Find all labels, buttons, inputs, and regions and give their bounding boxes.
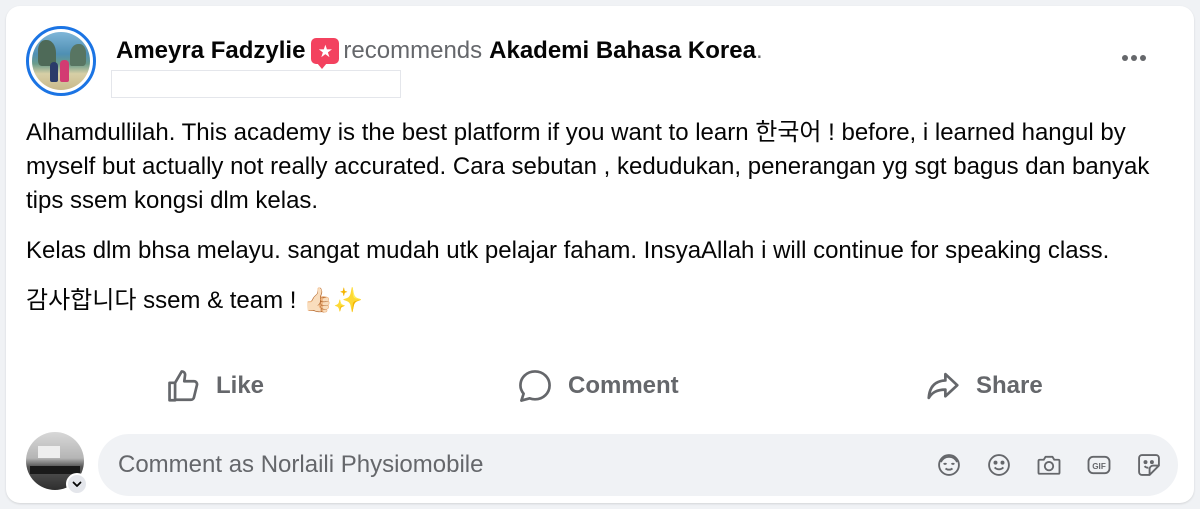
recommend-badge-icon: ★: [311, 38, 340, 69]
comment-composer: GIF: [98, 434, 1178, 496]
like-button[interactable]: Like: [164, 362, 264, 410]
share-arrow-icon: [927, 372, 959, 400]
emoji-icon[interactable]: [984, 450, 1014, 480]
more-options-button[interactable]: [1116, 46, 1152, 70]
more-dot-icon: [1122, 55, 1128, 61]
speech-bubble-icon: [519, 370, 551, 402]
recommends-text: recommends: [343, 37, 483, 64]
action-bar: Like Comment Share: [6, 362, 1194, 410]
comment-label: Comment: [568, 372, 679, 399]
post-paragraph: Alhamdullilah. This academy is the best …: [26, 119, 1150, 214]
comment-button[interactable]: Comment: [516, 362, 679, 410]
comment-input[interactable]: [118, 434, 918, 496]
svg-text:GIF: GIF: [1092, 462, 1106, 471]
post-paragraph: 감사합니다 ssem & team ! 👍🏻✨: [26, 287, 363, 314]
chevron-down-icon[interactable]: [66, 473, 88, 495]
header-period: .: [755, 37, 763, 64]
more-dot-icon: [1131, 55, 1137, 61]
camera-icon[interactable]: [1034, 450, 1064, 480]
like-label: Like: [216, 372, 265, 399]
post-header: Ameyra Fadzylie ★ recommends Akademi Bah…: [116, 36, 763, 69]
gif-icon[interactable]: GIF: [1084, 450, 1114, 480]
post-meta-placeholder: [111, 70, 401, 98]
author-avatar-photo: [32, 32, 90, 90]
more-dot-icon: [1140, 55, 1146, 61]
thumbs-up-icon: [168, 370, 199, 402]
sticker-icon[interactable]: [1134, 450, 1164, 480]
page-name-link[interactable]: Akademi Bahasa Korea: [489, 37, 756, 65]
author-avatar[interactable]: [26, 26, 96, 96]
post-paragraph: Kelas dlm bhsa melayu. sangat mudah utk …: [26, 237, 1110, 264]
author-name[interactable]: Ameyra Fadzylie: [116, 37, 305, 65]
post-body: Alhamdullilah. This academy is the best …: [26, 116, 1176, 334]
share-label: Share: [976, 372, 1043, 399]
avatar-sticker-icon[interactable]: [934, 450, 964, 480]
share-button[interactable]: Share: [924, 362, 1043, 410]
post-card: Ameyra Fadzylie ★ recommends Akademi Bah…: [6, 6, 1194, 503]
